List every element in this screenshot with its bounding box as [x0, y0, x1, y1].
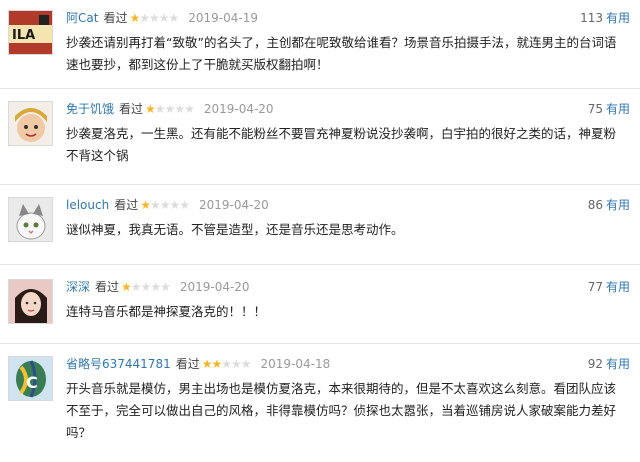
avatar[interactable] [8, 279, 53, 324]
watch-status: 看过 [103, 11, 128, 25]
watch-status: 看过 [119, 102, 144, 116]
rating-stars: ★★★★★ [140, 198, 190, 212]
helpful-button[interactable]: 有用 [606, 11, 630, 25]
review-meta: 省略号637441781 看过 ★★★★★ 2019-04-18 [66, 356, 330, 372]
star-empty-icon: ★★★★ [154, 102, 195, 116]
review-text: 抄袭还请别再打着“致敬”的名头了，主创都在呢致敬给谁看？场景音乐拍摄手法，就连男… [66, 35, 617, 72]
star-filled-icon: ★★ [201, 357, 222, 371]
watch-status: 看过 [95, 280, 120, 294]
review-date: 2019-04-20 [203, 102, 274, 116]
review-item: lelouch 看过 ★★★★★ 2019-04-20 86 有用 谜似神夏，我真无语。… [0, 185, 640, 265]
rating-stars: ★★★★★ [201, 357, 252, 371]
review-text: 连特马音乐都是神探夏洛克的！！！ [66, 304, 267, 319]
review-text: 抄袭夏洛克，一生黑。还有能不能粉丝不要冒充神夏粉说没抄袭啊，白宇拍的很好之类的话… [66, 126, 617, 163]
review-date: 2019-04-18 [260, 357, 331, 371]
review-date: 2019-04-20 [199, 198, 269, 212]
avatar[interactable] [8, 101, 53, 146]
helpful-vote: 113 有用 [580, 10, 630, 26]
review-meta: 深深 看过 ★★★★★ 2019-04-20 [66, 279, 250, 295]
review-item: 免于饥饿 看过 ★★★★★ 2019-04-20 75 有用 抄袭夏洛克，一生黑。还有能… [0, 89, 640, 185]
helpful-button[interactable]: 有用 [606, 198, 630, 212]
star-empty-icon: ★★★★ [139, 11, 179, 25]
star-empty-icon: ★★★★ [149, 198, 190, 212]
helpful-count: 77 [587, 280, 603, 294]
review-meta: 阿Cat 看过 ★★★★★ 2019-04-19 [66, 10, 258, 26]
review-date: 2019-04-20 [179, 280, 250, 294]
helpful-vote: 86 有用 [588, 197, 630, 213]
helpful-button[interactable]: 有用 [606, 280, 630, 294]
helpful-vote: 92 有用 [588, 356, 630, 372]
star-filled-icon: ★ [145, 102, 156, 116]
helpful-button[interactable]: 有用 [606, 102, 630, 116]
helpful-button[interactable]: 有用 [606, 357, 630, 371]
username-link[interactable]: 深深 [66, 280, 90, 294]
review-meta: lelouch 看过 ★★★★★ 2019-04-20 [66, 197, 269, 213]
helpful-vote: 75 有用 [588, 101, 630, 117]
helpful-count: 75 [587, 102, 603, 116]
review-item: C 省略号637441781 看过 ★★★★★ 2019-04-18 92 有用 开头音… [0, 344, 640, 462]
review-text: 谜似神夏，我真无语。不管是造型，还是音乐还是思考动作。 [66, 222, 404, 237]
avatar[interactable]: ILA [8, 10, 53, 55]
star-empty-icon: ★★★ [221, 357, 251, 371]
username-link[interactable]: 省略号637441781 [66, 357, 171, 371]
star-empty-icon: ★★★★ [130, 280, 171, 294]
star-filled-icon: ★ [140, 198, 151, 212]
username-link[interactable]: lelouch [66, 198, 109, 212]
review-item: 深深 看过 ★★★★★ 2019-04-20 77 有用 连特马音乐都是神探夏洛克的！！… [0, 265, 640, 344]
rating-stars: ★★★★★ [121, 280, 171, 294]
helpful-count: 92 [587, 357, 603, 371]
username-link[interactable]: 阿Cat [66, 11, 98, 25]
review-date: 2019-04-19 [188, 11, 259, 25]
helpful-vote: 77 有用 [588, 279, 630, 295]
watch-status: 看过 [114, 198, 139, 212]
username-link[interactable]: 免于饥饿 [66, 102, 114, 116]
helpful-count: 86 [587, 198, 603, 212]
review-item: ILA 阿Cat 看过 ★★★★★ 2019-04-19 113 有用 抄袭还请别再打着… [0, 0, 640, 89]
rating-stars: ★★★★★ [145, 102, 195, 116]
svg-text:ILA: ILA [12, 28, 35, 43]
review-meta: 免于饥饿 看过 ★★★★★ 2019-04-20 [66, 101, 274, 117]
avatar[interactable]: C [8, 356, 53, 401]
rating-stars: ★★★★★ [129, 11, 179, 25]
watch-status: 看过 [175, 357, 200, 371]
star-filled-icon: ★ [129, 11, 140, 25]
review-text: 开头音乐就是模仿，男主出场也是模仿夏洛克，本来很期待的，但是不太喜欢这么刻意。看… [66, 381, 617, 440]
svg-text:C: C [26, 373, 38, 392]
star-filled-icon: ★ [121, 280, 132, 294]
helpful-count: 113 [580, 11, 603, 25]
avatar[interactable] [8, 197, 53, 242]
